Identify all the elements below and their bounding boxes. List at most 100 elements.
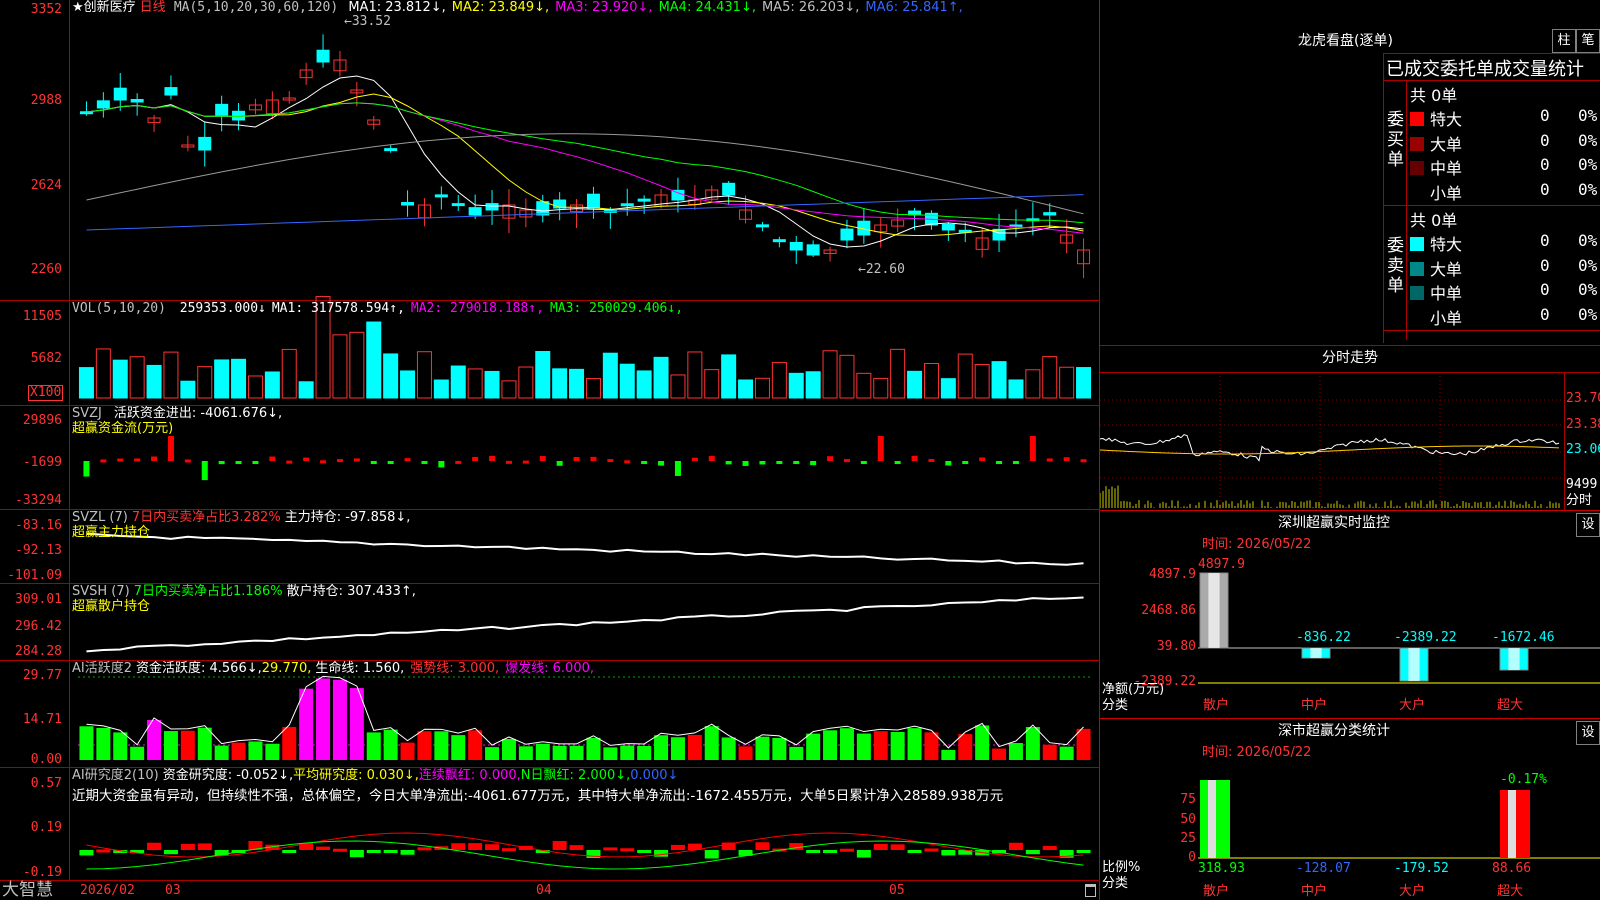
chart-mark: [518, 746, 533, 760]
chart-mark: [894, 461, 901, 464]
chart-mark: [184, 459, 191, 463]
chart-mark: [670, 844, 685, 850]
svzj-header: SVZJ 活跃资金进出: -4061.676↓,: [72, 406, 283, 421]
chart-mark: [83, 461, 90, 477]
chart-mark: [704, 850, 719, 859]
chart-mark: [387, 461, 394, 464]
ai1-axis-1: 14.71: [22, 712, 62, 727]
chart-mark: [704, 369, 720, 399]
chart-mark: [320, 460, 327, 464]
chart-mark: [1076, 850, 1091, 853]
chart-mark: [451, 203, 465, 207]
date-3: 05: [889, 883, 905, 898]
chart-mark: [877, 436, 884, 461]
vol-axis-0: 11505: [22, 309, 62, 324]
high-mark: ←33.52: [344, 14, 391, 29]
chart-mark: [1208, 573, 1220, 648]
chart-mark: [738, 746, 753, 760]
chart-mark: [1042, 744, 1057, 760]
chart-mark: [941, 749, 956, 760]
chart-mark: [940, 378, 956, 399]
chart-mark: [421, 461, 428, 464]
svzl-axis-1: -92.13: [15, 543, 62, 558]
date-0: 2026/02: [80, 883, 135, 898]
chart-mark: [806, 850, 821, 853]
chart-mark: [789, 241, 803, 251]
chart-mark: [485, 203, 499, 211]
period-label[interactable]: 日线: [140, 0, 166, 15]
chart-mark: [552, 841, 567, 850]
chart-mark: [86, 102, 1084, 224]
chart-mark: [79, 850, 94, 856]
chart-mark: [299, 688, 314, 760]
kline-axis-2: 2624: [30, 178, 62, 193]
chart-mark: [806, 244, 820, 256]
chart-mark: [518, 366, 534, 399]
chart-mark: [856, 372, 872, 399]
lock-icon[interactable]: [1085, 884, 1096, 897]
chart-mark: [434, 731, 449, 760]
chart-mark: [674, 461, 681, 476]
chart-mark: [163, 731, 178, 760]
chart-mark: [721, 737, 736, 760]
chart-mark: [755, 736, 770, 760]
chart-mark: [100, 459, 107, 463]
chart-mark: [945, 461, 952, 466]
chart-mark: [1059, 366, 1075, 399]
chart-mark: [793, 461, 800, 464]
chart-mark: [536, 201, 550, 216]
chart-mark: [569, 845, 584, 850]
chart-mark: [167, 436, 174, 461]
brand-logo[interactable]: 大智慧: [2, 881, 53, 900]
chart-mark: [1046, 458, 1053, 462]
chart-mark: [1080, 459, 1087, 463]
chart-mark: [1059, 746, 1074, 760]
chart-mark: [79, 726, 94, 760]
chart-mark: [417, 847, 432, 851]
chart-mark: [725, 461, 732, 465]
svzj-axis-0: 29896: [22, 413, 62, 428]
chart-mark: [860, 461, 867, 464]
chart-mark: [620, 203, 634, 207]
chart-mark: [991, 361, 1007, 399]
chart-mark: [455, 460, 462, 464]
chart-mark: [180, 843, 195, 850]
chart-mark: [722, 182, 736, 196]
chart-mark: [992, 228, 1006, 241]
chart-mark: [535, 743, 550, 760]
chart-mark: [586, 193, 600, 209]
chart-mark: [163, 351, 179, 399]
ai2-axis-1: 0.19: [30, 820, 62, 835]
svzl-axis-2: -101.09: [7, 568, 62, 583]
chart-mark: [332, 679, 347, 760]
chart-mark: [624, 460, 631, 464]
chart-mark: [78, 367, 94, 399]
chart-mark: [585, 378, 601, 399]
chart-mark: [586, 737, 601, 760]
chart-mark: [962, 461, 969, 464]
chart-mark: [671, 189, 685, 201]
chart-mark: [1076, 728, 1091, 760]
chart-mark: [1012, 461, 1019, 464]
chart-mark: [738, 379, 754, 399]
chart-mark: [95, 348, 111, 399]
chart-mark: [400, 370, 416, 399]
chart-mark: [235, 461, 242, 464]
svzl-header: SVZL (7) 7日内买卖净占比3.282% 主力持仓: -97.858↓,: [72, 510, 411, 525]
chart-mark: [489, 456, 496, 461]
chart-mark: [771, 361, 787, 399]
chart-mark: [316, 678, 331, 760]
chart-mark: [383, 729, 398, 760]
chart-area[interactable]: ★创新医疗 日线 MA(5,10,20,30,60,120) MA1: 23.81…: [0, 0, 1100, 900]
chart-mark: [86, 133, 1084, 215]
chart-mark: [755, 224, 769, 228]
chart-mark: [79, 111, 93, 115]
vol-ma-value-1: MA1: 317578.594↑,: [271, 301, 405, 316]
chart-mark: [823, 730, 838, 760]
chart-mark: [687, 351, 703, 399]
chart-mark: [907, 728, 922, 760]
chart-mark: [569, 368, 585, 399]
chart-mark: [556, 461, 563, 466]
chart-mark: [180, 380, 196, 399]
chart-mark: [928, 458, 935, 462]
